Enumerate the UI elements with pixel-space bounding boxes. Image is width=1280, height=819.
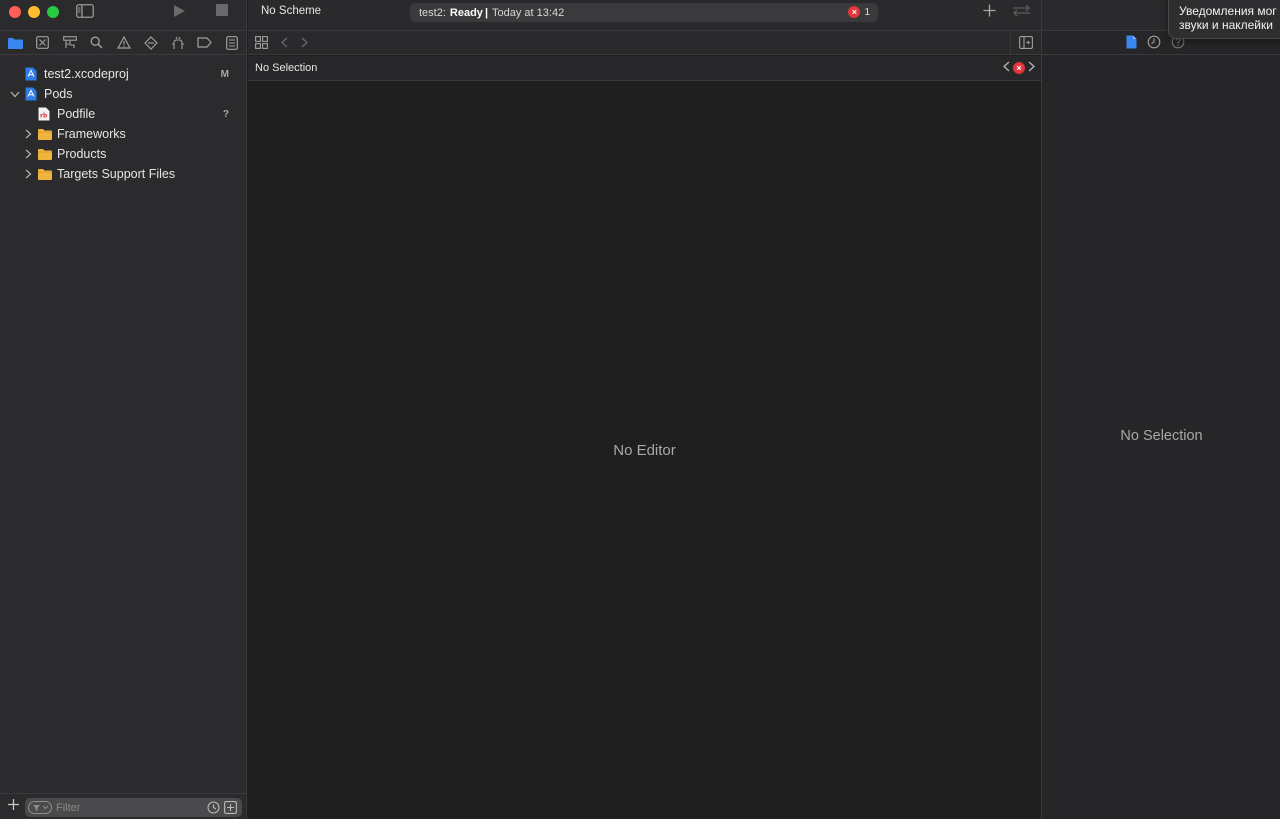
zoom-window-button[interactable] (47, 6, 59, 18)
minimize-window-button[interactable] (28, 6, 40, 18)
related-items-icon[interactable] (255, 36, 268, 52)
editor-tab-bar (248, 30, 1041, 55)
chevron-right-icon[interactable] (23, 149, 33, 159)
folder-icon (38, 127, 52, 141)
source-control-navigator-icon[interactable] (34, 34, 52, 52)
next-issue-icon[interactable] (1028, 61, 1035, 75)
navigator-filter-bar (0, 793, 247, 819)
notification-line-1: Уведомления мог (1179, 4, 1277, 18)
issue-stepper: × (1003, 61, 1035, 75)
divider (1010, 31, 1011, 55)
tree-row[interactable]: Products (0, 144, 247, 164)
project-tree: test2.xcodeproj M Pods rb Podfile? Frameworks… (0, 64, 247, 184)
window-controls (9, 6, 59, 18)
scheme-selector[interactable]: No Scheme (261, 5, 321, 17)
tree-row[interactable]: Frameworks (0, 124, 247, 144)
activity-status: Ready (449, 6, 483, 19)
activity-project: test2: (419, 6, 446, 19)
chevron-left-icon[interactable] (281, 37, 288, 51)
run-icon[interactable] (172, 4, 192, 20)
breakpoint-navigator-icon[interactable] (196, 34, 214, 52)
code-review-icon[interactable] (1012, 4, 1031, 20)
chevron-right-icon[interactable] (301, 37, 308, 51)
svg-text:rb: rb (40, 113, 48, 120)
tree-row-label: Pods (44, 87, 73, 101)
tree-row-label: Podfile (57, 107, 96, 121)
chevron-right-icon[interactable] (23, 129, 33, 139)
split-editor-icon[interactable] (1019, 36, 1033, 52)
tree-row[interactable]: rb Podfile? (0, 104, 247, 124)
tree-row-label: Products (57, 147, 107, 161)
tree-row[interactable]: Pods (0, 84, 247, 104)
error-count: 1 (864, 6, 870, 18)
tree-row[interactable]: test2.xcodeproj M (0, 64, 247, 84)
recent-files-filter-icon[interactable] (207, 801, 220, 814)
history-inspector-icon[interactable] (1147, 35, 1161, 52)
stop-icon[interactable] (216, 4, 236, 20)
filter-options-icon[interactable] (28, 801, 52, 814)
error-indicator[interactable]: × 1 (848, 6, 870, 18)
toolbar-right-tools (983, 4, 1031, 20)
library-add-icon[interactable] (983, 4, 996, 20)
tree-row-label: Frameworks (57, 127, 126, 141)
jump-bar-crumb[interactable]: No Selection (255, 62, 317, 74)
xcodeproj-icon (25, 67, 39, 81)
find-navigator-icon[interactable] (88, 34, 106, 52)
xcodeproj-icon (25, 87, 39, 101)
close-window-button[interactable] (9, 6, 21, 18)
main-toolbar: No Scheme test2: Ready | Today at 13:42 … (248, 0, 1041, 30)
tree-row-label: Targets Support Files (57, 167, 176, 181)
debug-navigator-icon[interactable] (169, 34, 187, 52)
source-control-status-badge: ? (222, 108, 229, 120)
notification-line-2: звуки и наклейки (1179, 18, 1273, 32)
editor-area: No Editor (248, 82, 1041, 819)
issue-navigator-icon[interactable] (115, 34, 133, 52)
folder-icon (38, 147, 52, 161)
toggle-navigator-icon[interactable] (76, 4, 96, 20)
activity-separator: | (484, 6, 489, 19)
file-inspector-icon[interactable] (1126, 35, 1137, 52)
report-navigator-icon[interactable] (223, 34, 241, 52)
add-icon[interactable] (8, 799, 19, 813)
chevron-right-icon[interactable] (23, 169, 33, 179)
issue-error-icon[interactable]: × (1013, 62, 1025, 74)
editor-empty-message: No Editor (613, 442, 676, 459)
navigator-sidebar: test2.xcodeproj M Pods rb Podfile? Frameworks… (0, 0, 247, 819)
ruby-file-icon: rb (38, 107, 52, 121)
navigator-selector-bar (0, 30, 247, 55)
inspector-panel: No Selection Уведомления мог звуки и нак… (1041, 0, 1280, 819)
inspector-empty-message: No Selection (1120, 428, 1203, 444)
activity-viewer: test2: Ready | Today at 13:42 × 1 (410, 3, 878, 22)
error-icon: × (848, 6, 861, 18)
previous-issue-icon[interactable] (1003, 61, 1010, 75)
tree-row-label: test2.xcodeproj (44, 67, 129, 81)
tree-row[interactable]: Targets Support Files (0, 164, 247, 184)
project-navigator-icon[interactable] (7, 34, 25, 52)
symbol-navigator-icon[interactable] (61, 34, 79, 52)
folder-icon (38, 167, 52, 181)
test-navigator-icon[interactable] (142, 34, 160, 52)
notification-banner[interactable]: Уведомления мог звуки и наклейки (1168, 0, 1280, 39)
source-control-status-badge: M (220, 68, 229, 80)
activity-time: Today at 13:42 (492, 6, 565, 19)
filter-input[interactable] (56, 801, 196, 814)
chevron-down-icon[interactable] (10, 89, 20, 99)
filter-field[interactable] (25, 798, 242, 817)
source-control-filter-icon[interactable] (224, 801, 237, 814)
jump-bar: No Selection × (248, 56, 1041, 81)
